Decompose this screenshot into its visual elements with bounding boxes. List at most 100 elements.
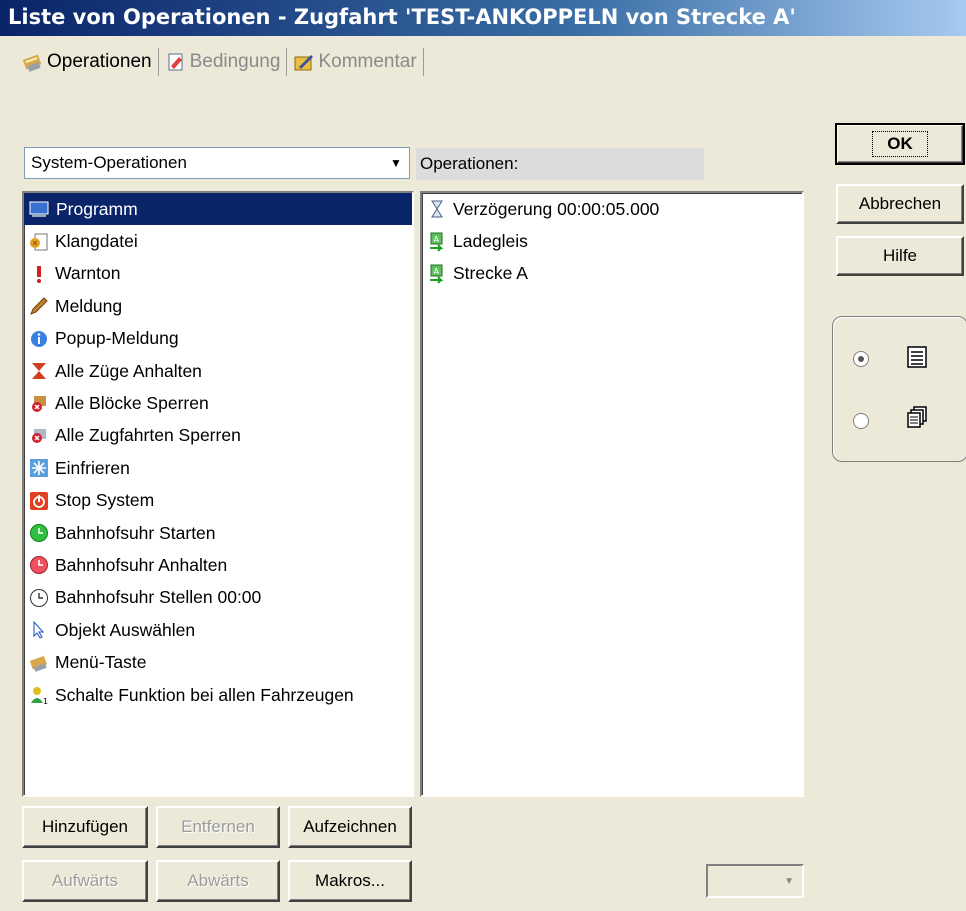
list-item[interactable]: Verzögerung 00:00:05.000 <box>422 193 802 225</box>
svg-text:1: 1 <box>43 697 48 705</box>
list-item-label: Bahnhofsuhr Anhalten <box>55 554 228 575</box>
tab-separator <box>422 48 424 76</box>
list-item-label: Bahnhofsuhr Starten <box>55 522 216 543</box>
hourglass-icon <box>426 198 448 220</box>
tab-label: Kommentar <box>318 51 417 72</box>
list-item-label: Menü-Taste <box>55 652 147 673</box>
list-item-label: Alle Blöcke Sperren <box>55 393 209 414</box>
list-item-label: Schalte Funktion bei allen Fahrzeugen <box>55 684 354 705</box>
operations-list[interactable]: Verzögerung 00:00:05.000 A Ladegleis A S… <box>420 191 804 797</box>
operations-label-text: Operationen: <box>420 154 519 173</box>
list-item[interactable]: Bahnhofsuhr Starten <box>24 517 412 549</box>
list-item-label: Meldung <box>55 295 123 316</box>
chevron-down-icon[interactable]: ▼ <box>383 156 409 170</box>
list-item-label: Warnton <box>55 263 121 284</box>
message-pencil-icon <box>28 295 50 317</box>
record-button-label: Aufzeichnen <box>303 817 397 836</box>
bottom-select[interactable]: ▼ <box>706 864 804 898</box>
list-item-label: Einfrieren <box>55 457 130 478</box>
condition-icon <box>165 51 187 73</box>
list-item[interactable]: 1 Schalte Funktion bei allen Fahrzeugen <box>24 679 412 711</box>
pages-view-icon[interactable] <box>905 405 929 429</box>
list-item[interactable]: Einfrieren <box>24 452 412 484</box>
svg-text:A: A <box>434 267 440 276</box>
chevron-down-icon[interactable]: ▼ <box>784 876 794 887</box>
list-item-label: Bahnhofsuhr Stellen 00:00 <box>55 587 262 608</box>
list-item[interactable]: Warnton <box>24 258 412 290</box>
list-item[interactable]: A Ladegleis <box>422 225 802 257</box>
ok-button-label: OK <box>872 131 928 157</box>
list-view-icon[interactable] <box>905 345 929 369</box>
remove-button[interactable]: Entfernen <box>156 806 280 848</box>
sound-file-icon <box>28 231 50 253</box>
hourglass-stop-icon <box>28 360 50 382</box>
tab-label: Bedingung <box>189 51 281 72</box>
list-item[interactable]: Meldung <box>24 290 412 322</box>
move-up-button[interactable]: Aufwärts <box>22 860 148 902</box>
record-button[interactable]: Aufzeichnen <box>288 806 412 848</box>
menu-key-icon <box>28 652 50 674</box>
list-item-label: Alle Zugfahrten Sperren <box>55 425 241 446</box>
menu-key-icon <box>22 51 44 73</box>
tab-bar: Operationen Bedingung Kommentar <box>18 44 426 80</box>
list-item[interactable]: Klangdatei <box>24 225 412 257</box>
list-item[interactable]: Bahnhofsuhr Anhalten <box>24 549 412 581</box>
add-button[interactable]: Hinzufügen <box>22 806 148 848</box>
window-title: Liste von Operationen - Zugfahrt 'TEST-A… <box>0 0 966 36</box>
snowflake-icon <box>28 457 50 479</box>
tab-bedingung[interactable]: Bedingung <box>161 49 285 75</box>
power-icon <box>28 490 50 512</box>
list-item-label: Klangdatei <box>55 231 138 252</box>
list-item[interactable]: Alle Blöcke Sperren <box>24 387 412 419</box>
function-switch-icon: 1 <box>28 684 50 706</box>
cancel-button[interactable]: Abbrechen <box>836 184 964 224</box>
list-item[interactable]: Objekt Auswählen <box>24 614 412 646</box>
help-button-label: Hilfe <box>882 246 917 265</box>
cancel-button-label: Abbrechen <box>858 194 942 213</box>
view-mode-group <box>832 316 966 462</box>
info-icon <box>28 328 50 350</box>
category-select-value: System-Operationen <box>31 153 187 172</box>
add-button-label: Hinzufügen <box>41 817 128 836</box>
category-select[interactable]: System-Operationen ▼ <box>24 147 410 179</box>
lock-routes-icon <box>28 425 50 447</box>
list-item-label: Alle Züge Anhalten <box>55 360 202 381</box>
list-item-label: Programm <box>53 198 141 220</box>
macros-button[interactable]: Makros... <box>288 860 412 902</box>
list-item-label: Stop System <box>55 490 155 511</box>
move-up-button-label: Aufwärts <box>51 871 119 890</box>
clock-stop-icon <box>28 554 50 576</box>
program-icon <box>28 198 50 220</box>
list-item-label: Ladegleis <box>453 231 528 252</box>
list-item[interactable]: Programm <box>24 193 412 226</box>
list-item-label: Objekt Auswählen <box>55 619 196 640</box>
tab-kommentar[interactable]: Kommentar <box>289 49 420 75</box>
list-item[interactable]: A Strecke A <box>422 258 802 290</box>
list-item[interactable]: Alle Zugfahrten Sperren <box>24 420 412 452</box>
list-item[interactable]: Popup-Meldung <box>24 323 412 355</box>
list-item[interactable]: Alle Züge Anhalten <box>24 355 412 387</box>
route-icon: A <box>426 263 448 285</box>
list-item[interactable]: Bahnhofsuhr Stellen 00:00 <box>24 582 412 614</box>
list-item[interactable]: Menü-Taste <box>24 646 412 678</box>
list-item[interactable]: Stop System <box>24 485 412 517</box>
remove-button-label: Entfernen <box>181 817 255 836</box>
ok-button[interactable]: OK <box>835 123 965 165</box>
view-list-radio[interactable] <box>853 351 869 367</box>
list-item-label: Verzögerung 00:00:05.000 <box>453 198 660 219</box>
help-button[interactable]: Hilfe <box>836 236 964 276</box>
list-item-label: Strecke A <box>453 263 528 284</box>
clock-set-icon <box>28 587 50 609</box>
view-pages-radio[interactable] <box>853 413 869 429</box>
comment-icon <box>293 51 315 73</box>
tab-label: Operationen <box>47 51 152 72</box>
operations-label: Operationen: <box>416 148 704 180</box>
move-down-button[interactable]: Abwärts <box>156 860 280 902</box>
svg-text:A: A <box>434 235 440 244</box>
list-item-label: Popup-Meldung <box>55 328 179 349</box>
warning-tone-icon <box>28 263 50 285</box>
system-operations-list[interactable]: Programm Klangdatei Warnton Meldung Popu… <box>22 191 414 797</box>
tab-operationen[interactable]: Operationen <box>18 49 156 75</box>
cursor-icon <box>28 619 50 641</box>
tab-separator <box>286 48 288 76</box>
